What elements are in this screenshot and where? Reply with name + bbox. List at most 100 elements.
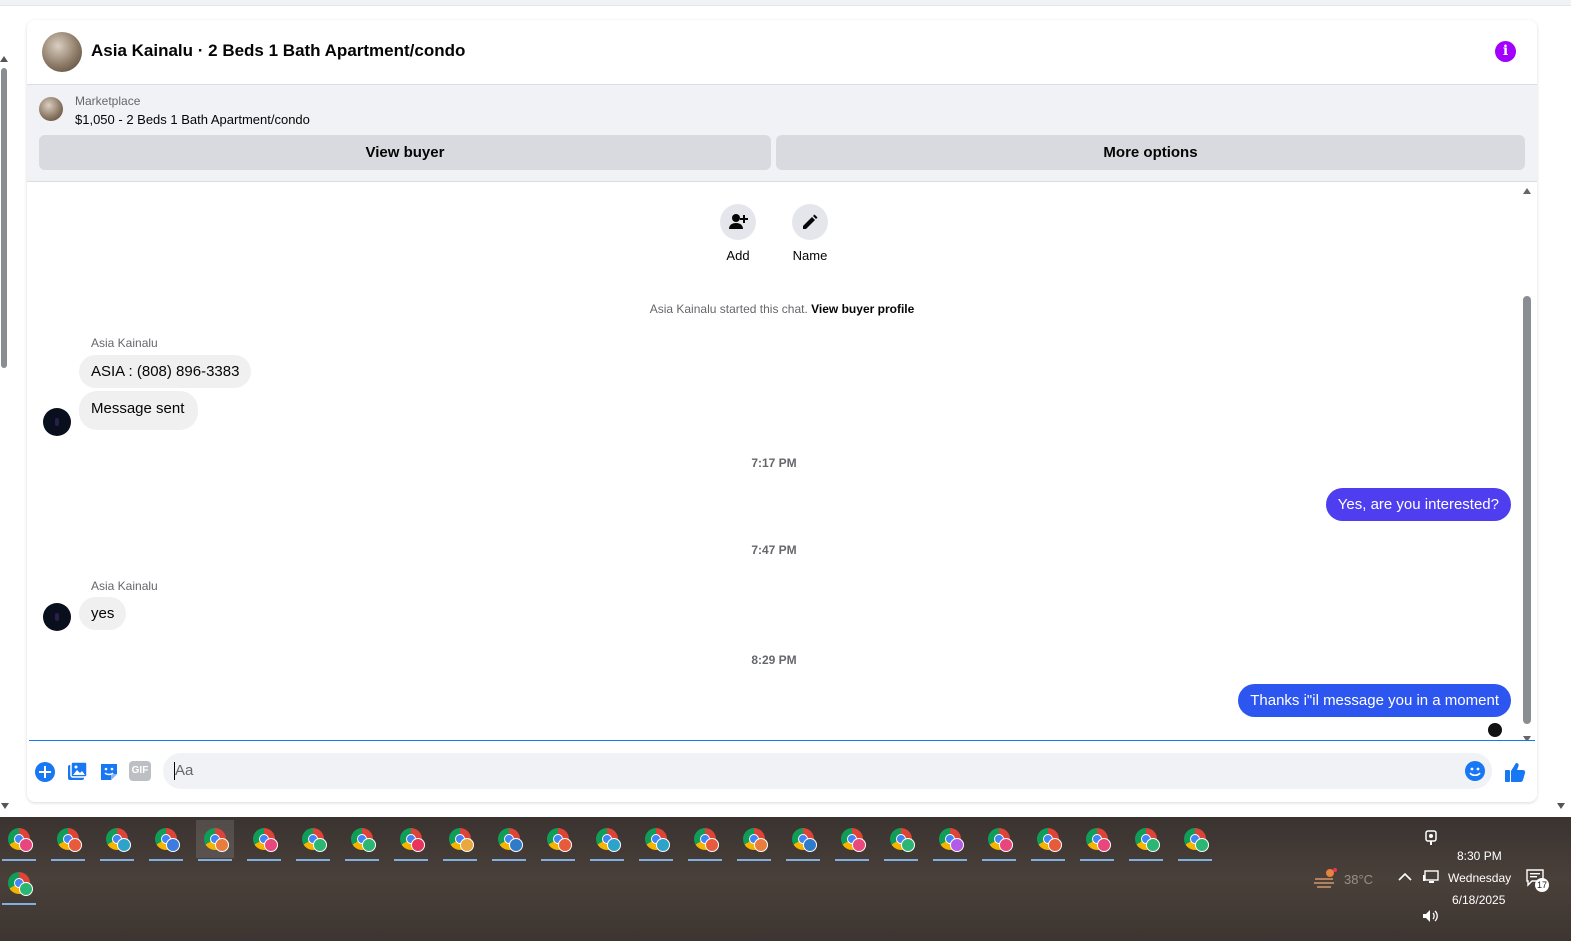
chrome-taskbar-button[interactable] (1127, 820, 1165, 861)
profile-badge-icon (901, 838, 915, 852)
info-icon[interactable]: i (1495, 41, 1516, 62)
running-indicator (149, 859, 183, 861)
view-buyer-button[interactable]: View buyer (39, 135, 771, 170)
chrome-taskbar-button[interactable] (980, 820, 1018, 861)
running-indicator (786, 859, 820, 861)
volume-icon[interactable] (1421, 908, 1439, 924)
chrome-taskbar-button[interactable] (294, 820, 332, 861)
plus-circle-icon[interactable] (34, 761, 56, 783)
page-scroll-thumb[interactable] (1, 68, 7, 368)
chrome-taskbar-button[interactable] (490, 820, 528, 861)
chrome-taskbar-button[interactable] (147, 820, 185, 861)
chrome-taskbar-button[interactable] (1176, 820, 1214, 861)
sender-avatar[interactable] (43, 603, 71, 631)
scroll-up-arrow-icon[interactable] (1523, 188, 1531, 194)
view-buyer-profile-link[interactable]: View buyer profile (811, 302, 914, 316)
running-indicator (688, 859, 722, 861)
profile-badge-icon (852, 838, 866, 852)
profile-badge-icon (68, 838, 82, 852)
marketplace-listing-bar: Marketplace $1,050 - 2 Beds 1 Bath Apart… (27, 85, 1537, 182)
chat-scrollbar[interactable] (1523, 188, 1531, 740)
chrome-taskbar-button[interactable] (686, 820, 724, 861)
chrome-taskbar-button[interactable] (735, 820, 773, 861)
message-list[interactable]: Add Name Asia Kainalu started this chat.… (27, 182, 1537, 740)
message-input[interactable]: Aa (163, 753, 1492, 789)
profile-badge-icon (607, 838, 621, 852)
thumbs-up-icon[interactable] (1503, 760, 1527, 784)
chrome-taskbar-button[interactable] (882, 820, 920, 861)
weather-temperature[interactable]: 38°C (1344, 872, 1373, 887)
chrome-taskbar-button[interactable] (0, 820, 38, 861)
message-timestamp: 7:17 PM (751, 456, 797, 470)
outgoing-message[interactable]: Thanks i"il message you in a moment (1238, 684, 1511, 717)
incoming-message[interactable]: ASIA : (808) 896-3383 (79, 355, 252, 388)
chrome-taskbar-button[interactable] (588, 820, 626, 861)
running-indicator (1031, 859, 1065, 861)
listing-description[interactable]: $1,050 - 2 Beds 1 Bath Apartment/condo (75, 112, 310, 127)
more-options-button[interactable]: More options (776, 135, 1525, 170)
network-icon[interactable] (1422, 869, 1440, 885)
chrome-taskbar-button[interactable] (441, 820, 479, 861)
chat-title[interactable]: Asia Kainalu · 2 Beds 1 Bath Apartment/c… (91, 41, 465, 61)
chrome-taskbar-button[interactable] (931, 820, 969, 861)
incoming-message[interactable]: yes (79, 597, 127, 630)
clock-day[interactable]: Wednesday (1448, 871, 1511, 885)
clock-time[interactable]: 8:30 PM (1457, 849, 1502, 863)
chevron-up-icon[interactable] (1398, 872, 1412, 882)
add-people-action[interactable]: Add (708, 204, 768, 263)
name-chat-action[interactable]: Name (780, 204, 840, 263)
chrome-taskbar-button[interactable] (49, 820, 87, 861)
clock-date[interactable]: 6/18/2025 (1452, 893, 1505, 907)
chrome-taskbar-button[interactable] (784, 820, 822, 861)
profile-badge-icon (117, 838, 131, 852)
running-indicator (443, 859, 477, 861)
profile-badge-icon (656, 838, 670, 852)
profile-badge-icon (166, 838, 180, 852)
chat-panel: Asia Kainalu · 2 Beds 1 Bath Apartment/c… (27, 20, 1537, 802)
chrome-taskbar-button[interactable] (196, 820, 234, 861)
profile-badge-icon (999, 838, 1013, 852)
message-timestamp: 7:47 PM (751, 543, 797, 557)
emoji-icon[interactable] (1464, 760, 1486, 782)
scroll-down-arrow-icon[interactable] (1, 803, 9, 809)
chrome-taskbar-button[interactable] (0, 864, 38, 905)
gif-button[interactable]: GIF (129, 761, 151, 781)
running-indicator (737, 859, 771, 861)
chrome-taskbar-button[interactable] (833, 820, 871, 861)
message-sender: Asia Kainalu (91, 336, 158, 350)
sticker-icon[interactable] (98, 761, 120, 783)
running-indicator (884, 859, 918, 861)
profile-badge-icon (1048, 838, 1062, 852)
scroll-up-arrow-icon[interactable] (0, 56, 8, 62)
profile-badge-icon (705, 838, 719, 852)
sender-avatar[interactable] (43, 408, 71, 436)
profile-badge-icon (1146, 838, 1160, 852)
incoming-message[interactable]: Message sent (79, 391, 199, 430)
chrome-taskbar-button[interactable] (1078, 820, 1116, 861)
scroll-down-arrow-icon[interactable] (1557, 803, 1565, 809)
listing-thumbnail[interactable] (39, 97, 63, 121)
chrome-taskbar-button[interactable] (392, 820, 430, 861)
outgoing-message[interactable]: Yes, are you interested? (1325, 488, 1511, 521)
running-indicator (982, 859, 1016, 861)
chrome-taskbar-button[interactable] (637, 820, 675, 861)
weather-icon[interactable] (1312, 867, 1338, 889)
chat-scroll-thumb[interactable] (1523, 296, 1531, 724)
running-indicator (2, 859, 36, 861)
photo-icon[interactable] (66, 761, 88, 783)
listing-avatar[interactable] (42, 32, 82, 72)
chrome-taskbar-button[interactable] (539, 820, 577, 861)
pencil-icon[interactable] (792, 204, 828, 240)
meet-now-icon[interactable] (1424, 829, 1438, 847)
chrome-taskbar-button[interactable] (98, 820, 136, 861)
chrome-taskbar-button[interactable] (245, 820, 283, 861)
chrome-taskbar-button[interactable] (1029, 820, 1067, 861)
running-indicator (541, 859, 575, 861)
add-person-icon[interactable] (720, 204, 756, 240)
page-scrollbar[interactable] (0, 56, 9, 806)
profile-badge-icon (411, 838, 425, 852)
seen-indicator-avatar (1488, 723, 1502, 737)
profile-badge-icon (950, 838, 964, 852)
notification-center[interactable]: 17 (1526, 869, 1549, 892)
chrome-taskbar-button[interactable] (343, 820, 381, 861)
